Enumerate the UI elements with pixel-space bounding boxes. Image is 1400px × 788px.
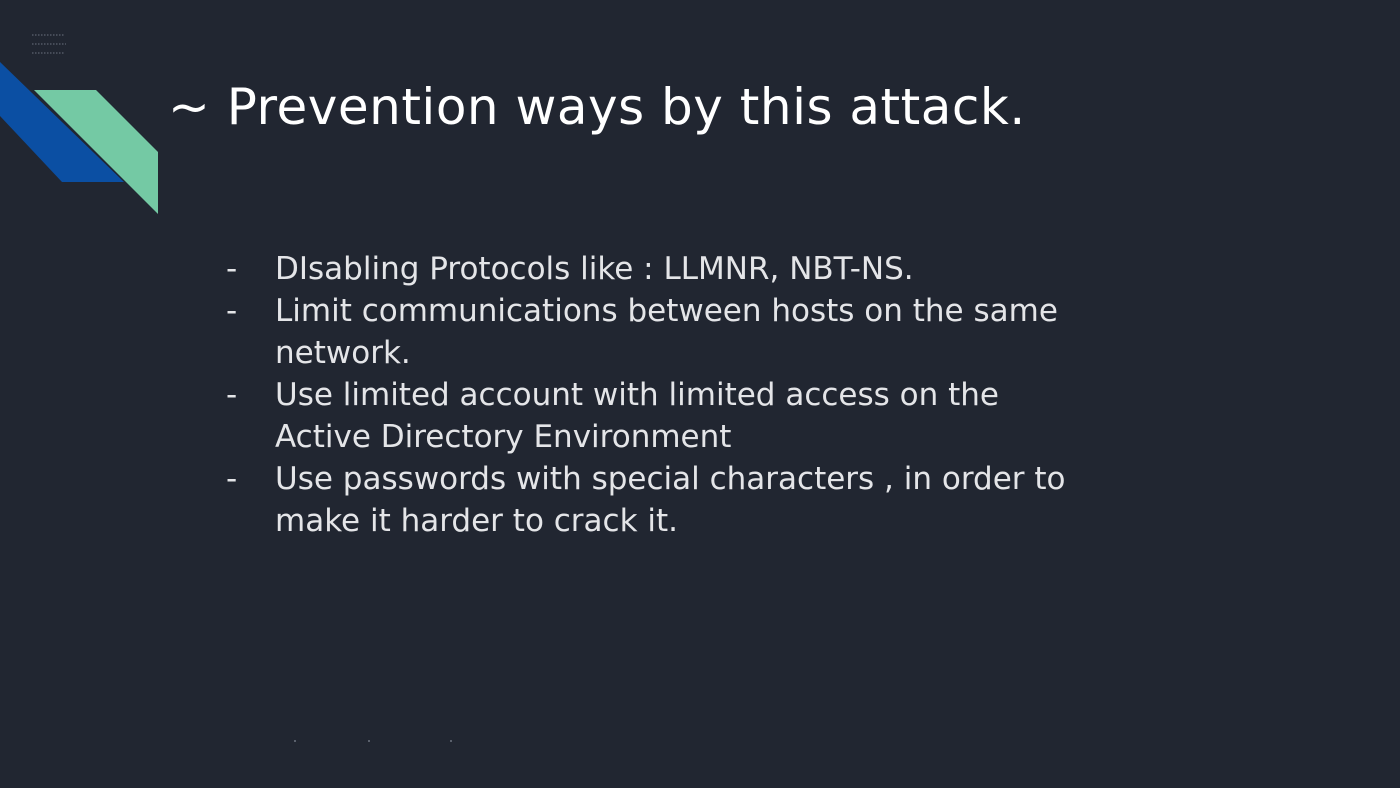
slide: ~ Prevention ways by this attack. - DIsa…: [0, 0, 1400, 788]
list-item: - Limit communications between hosts on …: [222, 290, 1082, 374]
bullet-marker: -: [226, 461, 238, 497]
list-item: - Use limited account with limited acces…: [222, 374, 1082, 458]
bullet-text: Use limited account with limited access …: [275, 377, 999, 455]
bullet-marker: -: [226, 293, 238, 329]
bullet-text: DIsabling Protocols like : LLMNR, NBT-NS…: [275, 251, 914, 287]
stray-dot: [294, 740, 296, 742]
bullet-text: Use passwords with special characters , …: [275, 461, 1066, 539]
bullet-marker: -: [226, 377, 238, 413]
list-item: - Use passwords with special characters …: [222, 458, 1082, 542]
stray-dot: [450, 740, 452, 742]
corner-accent-shapes: [0, 62, 158, 214]
slide-title: ~ Prevention ways by this attack.: [168, 78, 1026, 136]
list-item: - DIsabling Protocols like : LLMNR, NBT-…: [222, 248, 1082, 290]
stray-dot: [368, 740, 370, 742]
bullet-marker: -: [226, 251, 238, 287]
bullet-list: - DIsabling Protocols like : LLMNR, NBT-…: [222, 248, 1082, 542]
bullet-text: Limit communications between hosts on th…: [275, 293, 1058, 371]
